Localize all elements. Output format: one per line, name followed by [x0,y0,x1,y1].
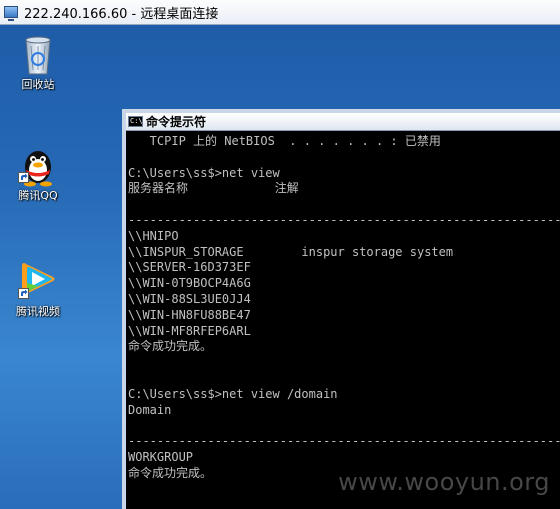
console-line: 服务器名称 注解 [128,181,299,196]
console-line: \\WIN-88SL3UE0JJ4 [128,291,251,306]
console-line: Domain [128,402,172,417]
console-line: C:\Users\ss$>net view /domain [128,386,338,401]
console-line: \\WIN-0T9BOCP4A6G [128,276,251,291]
cmd-icon: C:\ [128,116,143,127]
console-line: \\WIN-MF8RFEP6ARL [128,323,251,338]
desktop-icon-tencent-video[interactable]: 腾讯视频 [3,259,73,319]
console-line: C:\Users\ss$>net view [128,165,280,180]
tencent-video-label: 腾讯视频 [16,305,60,318]
console-line: ----------------------------------------… [128,212,560,227]
command-prompt-window[interactable]: C:\ 命令提示符 TCPIP 上的 NetBIOS . . . . . . .… [122,109,560,509]
qq-label: 腾讯QQ [18,189,58,202]
console-line: \\WIN-HN8FU88BE47 [128,307,251,322]
console-output[interactable]: TCPIP 上的 NetBIOS . . . . . . . : 已禁用 C:\U… [126,131,560,482]
cmd-title-bar[interactable]: C:\ 命令提示符 [126,113,560,131]
qq-penguin-icon [18,143,58,187]
recycle-bin-icon [18,32,58,75]
tencent-video-icon [18,259,58,299]
console-line: ----------------------------------------… [128,434,560,449]
desktop-icon-recycle-bin[interactable]: 回收站 [3,32,73,92]
rdp-window-title: 222.240.166.60 - 远程桌面连接 [24,6,219,22]
console-line: WORKGROUP [128,449,194,464]
shortcut-arrow-icon [18,288,29,299]
watermark: www.wooyun.org [338,468,550,496]
cmd-window-title: 命令提示符 [146,115,207,129]
shortcut-arrow-icon [18,172,29,183]
console-line: TCPIP 上的 NetBIOS . . . . . . . : 已禁用 [128,134,441,148]
remote-desktop-screen: 222.240.166.60 - 远程桌面连接 回收站 腾讯QQ 腾讯视频 C:… [0,0,560,509]
rdp-title-bar[interactable]: 222.240.166.60 - 远程桌面连接 [0,0,560,25]
console-line: \\HNIPO [128,228,179,243]
console-line: \\INSPUR_STORAGE inspur storage system [128,244,454,259]
remote-desktop-icon [4,6,18,21]
recycle-bin-label: 回收站 [21,78,55,91]
console-line: \\SERVER-16D373EF [128,260,251,275]
console-line: 命令成功完成。 [128,339,213,354]
desktop-icon-qq[interactable]: 腾讯QQ [3,143,73,203]
